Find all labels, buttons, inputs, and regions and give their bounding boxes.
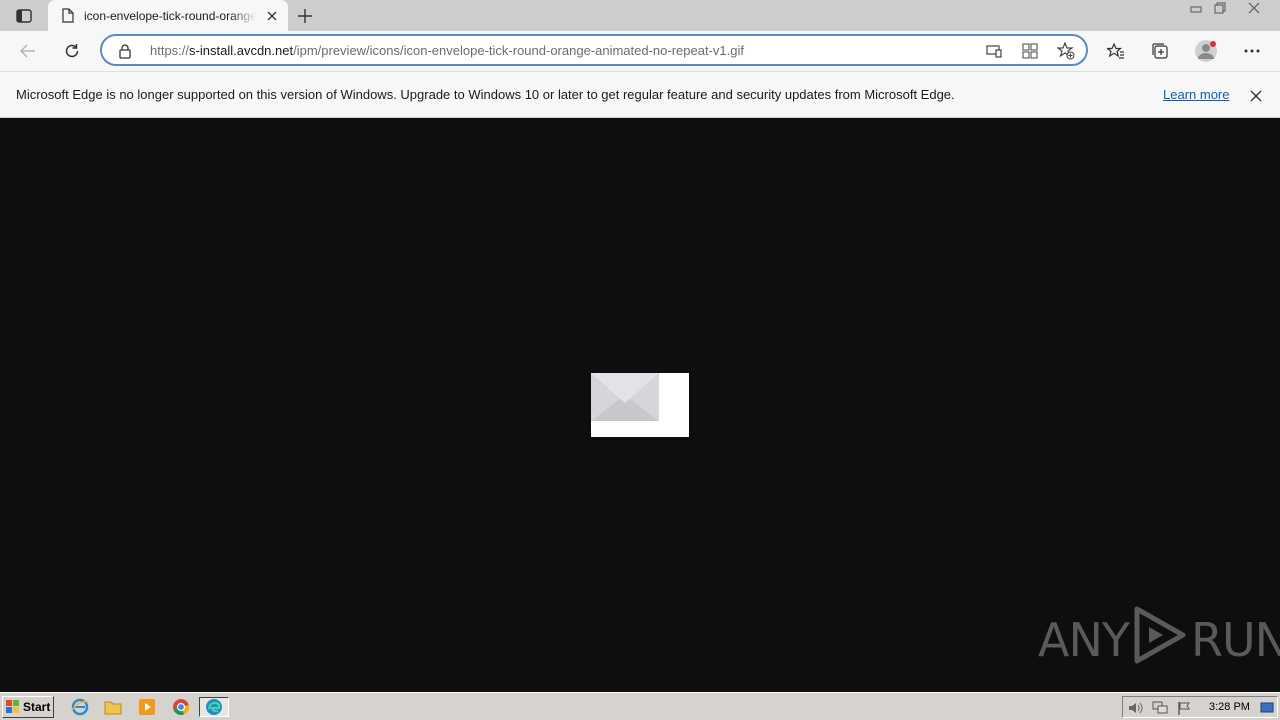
system-tray: 3:28 PM — [1122, 696, 1278, 718]
add-favorite-icon[interactable] — [1056, 41, 1076, 61]
close-tab-icon[interactable] — [264, 8, 280, 24]
page-icon — [60, 8, 76, 24]
edge-icon[interactable] — [199, 697, 229, 717]
browser-toolbar: https://s-install.avcdn.net/ipm/preview/… — [0, 31, 1280, 71]
back-icon[interactable] — [12, 35, 44, 67]
chrome-icon[interactable] — [170, 697, 192, 717]
profile-avatar[interactable] — [1190, 35, 1222, 67]
tab-title: icon-envelope-tick-round-orange-animated… — [84, 8, 256, 23]
envelope-image — [591, 373, 689, 437]
lock-icon[interactable] — [118, 43, 134, 59]
more-options-icon[interactable] — [1236, 35, 1268, 67]
collections-icon[interactable] — [1144, 35, 1176, 67]
unsupported-os-infobar: Microsoft Edge is no longer supported on… — [0, 71, 1280, 118]
url-text[interactable]: https://s-install.avcdn.net/ipm/preview/… — [150, 43, 744, 58]
read-aloud-icon[interactable] — [984, 41, 1004, 61]
url-host: s-install.avcdn.net — [189, 43, 294, 58]
tab-strip: icon-envelope-tick-round-orange-animated… — [0, 0, 1280, 31]
watermark-text-right: RUN — [1190, 613, 1280, 667]
minimize-icon[interactable] — [1184, 0, 1208, 16]
infobar-message: Microsoft Edge is no longer supported on… — [16, 87, 955, 102]
action-center-flag-icon[interactable] — [1176, 700, 1192, 716]
media-player-icon[interactable] — [136, 697, 158, 717]
new-tab-icon[interactable] — [294, 5, 316, 27]
volume-icon[interactable] — [1128, 700, 1144, 716]
close-infobar-icon[interactable] — [1246, 86, 1266, 106]
start-button[interactable]: Start — [2, 696, 54, 718]
play-icon — [1133, 605, 1187, 676]
learn-more-link[interactable]: Learn more — [1163, 87, 1229, 102]
file-explorer-icon[interactable] — [102, 697, 124, 717]
show-desktop-icon[interactable] — [1259, 700, 1275, 716]
url-path: /ipm/preview/icons/icon-envelope-tick-ro… — [293, 43, 744, 58]
tab-active[interactable]: icon-envelope-tick-round-orange-animated… — [48, 0, 288, 31]
watermark-text-left: ANY — [1038, 613, 1130, 667]
windows-logo-icon — [6, 700, 20, 714]
network-icon[interactable] — [1152, 700, 1168, 716]
close-window-icon[interactable] — [1242, 0, 1266, 16]
refresh-icon[interactable] — [56, 35, 88, 67]
clock[interactable]: 3:28 PM — [1209, 701, 1250, 713]
address-bar[interactable]: https://s-install.avcdn.net/ipm/preview/… — [100, 34, 1088, 66]
favorites-icon[interactable] — [1100, 35, 1132, 67]
restore-icon[interactable] — [1208, 0, 1232, 16]
url-scheme: https:// — [150, 43, 190, 58]
internet-explorer-icon[interactable] — [69, 697, 91, 717]
envelope-icon — [591, 373, 659, 421]
page-content: ANY RUN — [0, 118, 1280, 692]
apps-icon[interactable] — [1020, 41, 1040, 61]
tab-actions-icon[interactable] — [8, 6, 40, 26]
anyrun-watermark: ANY RUN — [1038, 606, 1280, 672]
taskbar: Start 3:28 PM — [0, 692, 1280, 720]
start-label: Start — [23, 700, 51, 714]
